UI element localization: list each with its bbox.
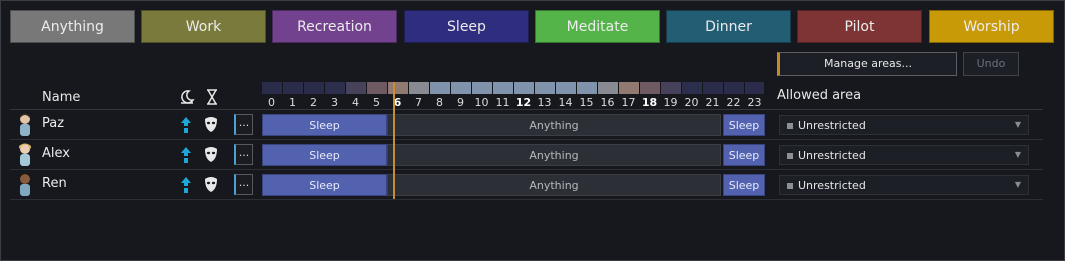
hour-label: 17 bbox=[621, 96, 636, 109]
hour-label: 7 bbox=[415, 96, 422, 109]
area-color-swatch bbox=[787, 183, 793, 189]
palette-sleep-button[interactable]: Sleep bbox=[404, 10, 529, 43]
schedule-block-anything[interactable]: Anything bbox=[387, 144, 721, 166]
hour-label: 10 bbox=[474, 96, 489, 109]
allowed-area-dropdown[interactable]: Unrestricted ▼ bbox=[779, 115, 1029, 135]
undo-button[interactable]: Undo bbox=[963, 52, 1019, 76]
mask-icon[interactable] bbox=[204, 176, 218, 193]
hour-label: 23 bbox=[747, 96, 762, 109]
hour-label: 3 bbox=[331, 96, 338, 109]
name-column-header: Name bbox=[42, 90, 81, 105]
hour-label: 6 bbox=[393, 96, 402, 109]
allowed-area-dropdown[interactable]: Unrestricted ▼ bbox=[779, 145, 1029, 165]
schedule-panel: Anything Work Recreation Sleep Meditate … bbox=[0, 0, 1065, 261]
schedule-block-anything[interactable]: Anything bbox=[387, 174, 721, 196]
hour-label: 1 bbox=[289, 96, 296, 109]
colonist-name[interactable]: Ren bbox=[42, 176, 67, 191]
schedule-copy-button[interactable]: ... bbox=[234, 174, 253, 195]
mask-icon[interactable] bbox=[204, 146, 218, 163]
palette-meditate-button[interactable]: Meditate bbox=[535, 10, 660, 43]
hour-label: 9 bbox=[457, 96, 464, 109]
hour-label: 4 bbox=[352, 96, 359, 109]
hour-label: 15 bbox=[579, 96, 594, 109]
hour-label: 13 bbox=[537, 96, 552, 109]
hourglass-icon bbox=[205, 89, 221, 105]
schedule-block-sleep[interactable]: Sleep bbox=[262, 144, 387, 166]
dropdown-caret-icon: ▼ bbox=[1014, 180, 1021, 189]
allowed-area-dropdown[interactable]: Unrestricted ▼ bbox=[779, 175, 1029, 195]
schedule-block-sleep[interactable]: Sleep bbox=[723, 114, 765, 136]
schedule-block-anything[interactable]: Anything bbox=[387, 114, 721, 136]
area-color-swatch bbox=[787, 123, 793, 129]
hour-label: 18 bbox=[641, 96, 658, 109]
colonist-row-alex: Alex ... Sleep Anything Sleep Unrestrict… bbox=[10, 140, 1043, 170]
colonist-portrait[interactable] bbox=[18, 172, 32, 197]
dropdown-caret-icon: ▼ bbox=[1014, 150, 1021, 159]
hour-label: 0 bbox=[268, 96, 275, 109]
palette-worship-button[interactable]: Worship bbox=[929, 10, 1054, 43]
schedule-block-sleep[interactable]: Sleep bbox=[723, 174, 765, 196]
manage-areas-button[interactable]: Manage areas... bbox=[777, 52, 957, 76]
area-color-swatch bbox=[787, 153, 793, 159]
hour-label: 8 bbox=[436, 96, 443, 109]
colonist-portrait[interactable] bbox=[18, 142, 32, 167]
hour-label: 12 bbox=[515, 96, 532, 109]
hour-label: 11 bbox=[495, 96, 510, 109]
allowed-area-value: Unrestricted bbox=[798, 149, 866, 162]
colonist-name[interactable]: Alex bbox=[42, 146, 70, 161]
schedule-copy-button[interactable]: ... bbox=[234, 114, 253, 135]
hour-label: 19 bbox=[663, 96, 678, 109]
up-arrow-icon[interactable] bbox=[180, 146, 192, 164]
hour-label: 5 bbox=[373, 96, 380, 109]
dropdown-caret-icon: ▼ bbox=[1014, 120, 1021, 129]
mask-icon[interactable] bbox=[204, 116, 218, 133]
palette-work-button[interactable]: Work bbox=[141, 10, 266, 43]
palette-dinner-button[interactable]: Dinner bbox=[666, 10, 791, 43]
schedule-block-sleep[interactable]: Sleep bbox=[723, 144, 765, 166]
palette-pilot-button[interactable]: Pilot bbox=[797, 10, 922, 43]
hour-label: 22 bbox=[726, 96, 741, 109]
colonist-row-ren: Ren ... Sleep Anything Sleep Unrestricte… bbox=[10, 170, 1043, 200]
hour-label: 21 bbox=[705, 96, 720, 109]
allowed-area-value: Unrestricted bbox=[798, 119, 866, 132]
allowed-area-header: Allowed area bbox=[777, 88, 862, 103]
colonist-name[interactable]: Paz bbox=[42, 116, 64, 131]
allowed-area-value: Unrestricted bbox=[798, 179, 866, 192]
up-arrow-icon[interactable] bbox=[180, 116, 192, 134]
palette-anything-button[interactable]: Anything bbox=[10, 10, 135, 43]
moon-icon bbox=[179, 89, 195, 105]
daylight-bar bbox=[262, 82, 765, 94]
colonist-portrait[interactable] bbox=[18, 112, 32, 137]
schedule-copy-button[interactable]: ... bbox=[234, 144, 253, 165]
hour-label: 14 bbox=[558, 96, 573, 109]
hour-label: 20 bbox=[684, 96, 699, 109]
palette-recreation-button[interactable]: Recreation bbox=[272, 10, 397, 43]
current-time-marker bbox=[393, 82, 395, 199]
schedule-block-sleep[interactable]: Sleep bbox=[262, 114, 387, 136]
colonist-row-paz: Paz ... Sleep Anything Sleep Unrestricte… bbox=[10, 110, 1043, 140]
up-arrow-icon[interactable] bbox=[180, 176, 192, 194]
hour-label: 16 bbox=[600, 96, 615, 109]
hour-label: 2 bbox=[310, 96, 317, 109]
schedule-block-sleep[interactable]: Sleep bbox=[262, 174, 387, 196]
